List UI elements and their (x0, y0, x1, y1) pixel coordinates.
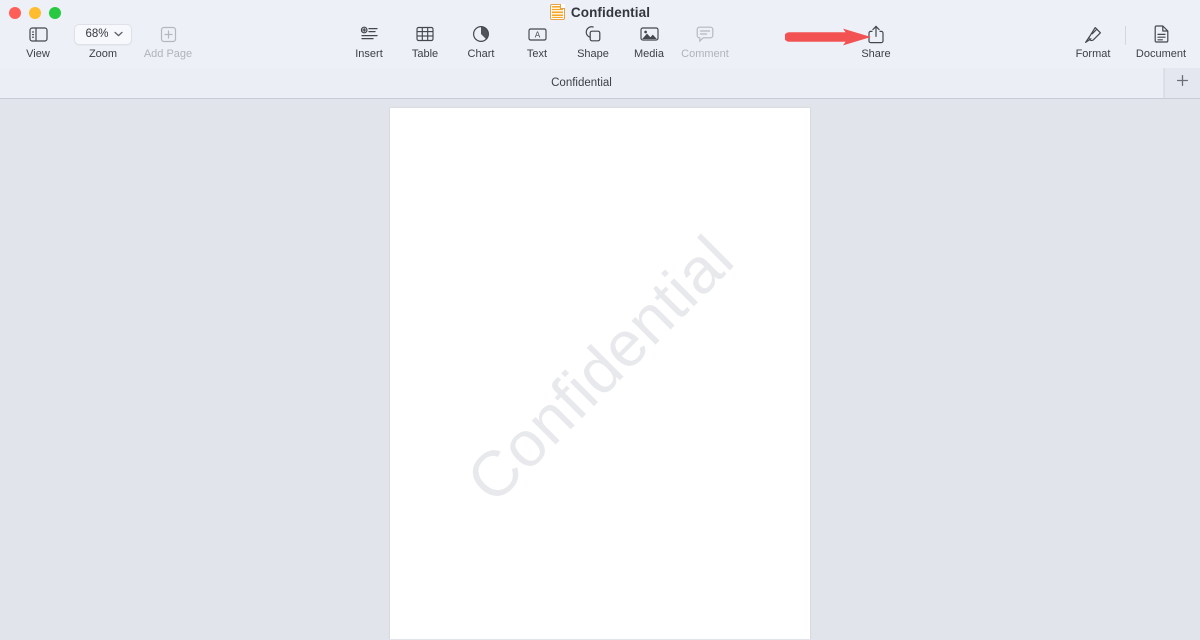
pages-document-icon (549, 4, 565, 20)
document-canvas[interactable]: Confidential (0, 99, 1200, 639)
share-upload-icon (868, 24, 884, 44)
comment-button[interactable]: Comment (677, 24, 733, 61)
toolbar-right-group: Format Document (1065, 24, 1192, 61)
svg-text:A: A (534, 30, 540, 39)
text-button[interactable]: A Text (509, 24, 565, 61)
plus-icon (1176, 74, 1189, 92)
toolbar-left-group: View 68% Zoom Add Page (10, 23, 196, 61)
chart-pie-icon (472, 24, 490, 44)
window-title: Confidential (0, 4, 1200, 20)
shape-icon (584, 24, 602, 44)
toolbar: Confidential View 68% Zoom Add Page Inse… (0, 0, 1200, 68)
add-page-button[interactable]: Add Page (140, 24, 196, 61)
format-paintbrush-icon (1084, 24, 1103, 44)
share-button[interactable]: Share (848, 24, 904, 61)
add-page-icon (160, 24, 177, 44)
zoom-label: Zoom (88, 48, 118, 60)
media-image-icon (639, 24, 659, 44)
chart-label: Chart (467, 48, 495, 60)
table-icon (416, 24, 434, 44)
format-button[interactable]: Format (1065, 24, 1121, 61)
document-page-icon (1154, 24, 1169, 44)
share-label: Share (861, 48, 891, 60)
toolbar-center-group: Insert Table Chart A Text Shape Media Co… (341, 24, 733, 61)
zoom-control[interactable]: 68% Zoom (66, 23, 140, 61)
media-label: Media (634, 48, 664, 60)
chevron-down-icon (113, 31, 123, 37)
insert-label: Insert (355, 48, 383, 60)
add-page-label: Add Page (143, 48, 193, 60)
shape-button[interactable]: Shape (565, 24, 621, 61)
maximize-window-button[interactable] (49, 7, 61, 19)
document-tab[interactable]: Confidential (0, 68, 1164, 98)
insert-icon (360, 24, 379, 44)
sidebar-view-icon (28, 24, 48, 44)
view-button[interactable]: View (10, 24, 66, 61)
toolbar-share-group: Share (848, 24, 904, 61)
zoom-value: 68% (85, 28, 109, 40)
document-label: Document (1135, 48, 1187, 60)
comment-bubble-icon (696, 24, 714, 44)
shape-label: Shape (577, 48, 609, 60)
close-window-button[interactable] (9, 7, 21, 19)
table-label: Table (411, 48, 439, 60)
window-controls (9, 7, 61, 19)
view-button-label: View (26, 48, 50, 60)
toolbar-divider (1125, 26, 1126, 45)
format-label: Format (1075, 48, 1111, 60)
chart-button[interactable]: Chart (453, 24, 509, 61)
pages-app-window: Confidential View 68% Zoom Add Page Inse… (0, 0, 1200, 640)
zoom-popup-button[interactable]: 68% (74, 23, 132, 45)
watermark-text: Confidential (452, 222, 748, 517)
zoom-popup-icon: 68% (74, 23, 132, 45)
text-box-icon: A (527, 24, 547, 44)
insert-button[interactable]: Insert (341, 24, 397, 61)
text-label: Text (526, 48, 548, 60)
document-button[interactable]: Document (1130, 24, 1192, 61)
document-tab-label: Confidential (551, 77, 612, 89)
comment-label: Comment (681, 48, 729, 60)
table-button[interactable]: Table (397, 24, 453, 61)
media-button[interactable]: Media (621, 24, 677, 61)
window-title-text: Confidential (570, 4, 651, 20)
add-tab-button[interactable] (1164, 68, 1200, 98)
tab-bar: Confidential (0, 68, 1200, 99)
minimize-window-button[interactable] (29, 7, 41, 19)
document-page[interactable]: Confidential (390, 108, 810, 639)
